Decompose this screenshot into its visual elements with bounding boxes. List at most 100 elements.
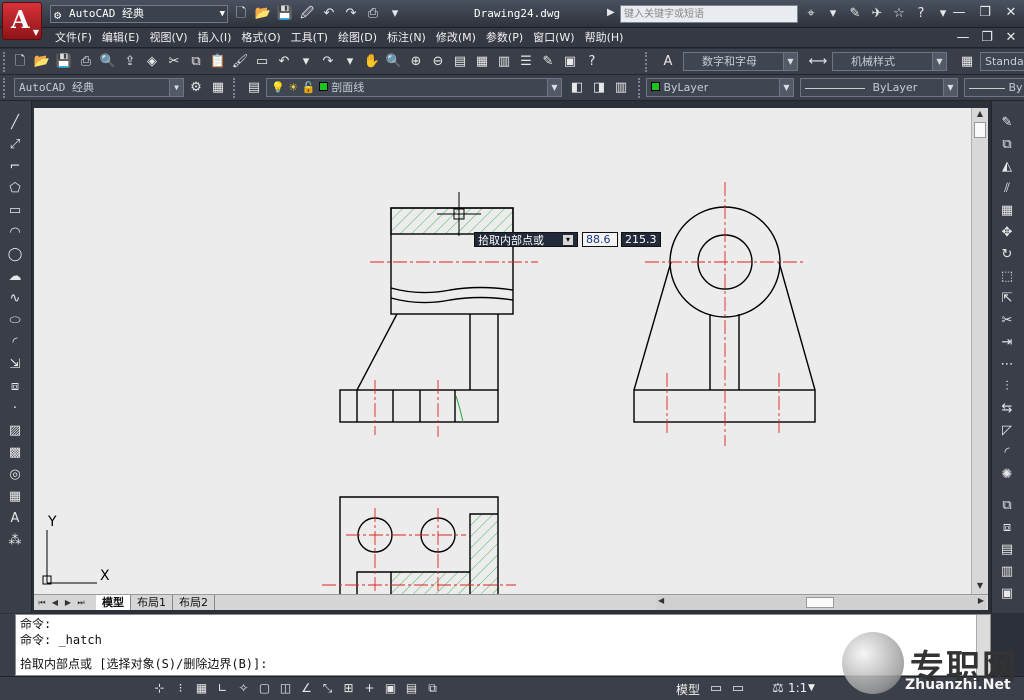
- restore-icon[interactable]: ❐: [978, 30, 996, 46]
- ellipse-icon[interactable]: ⬭: [5, 311, 25, 331]
- toolbar-grip[interactable]: [638, 78, 642, 98]
- infer-constraints-icon[interactable]: ⊹: [150, 679, 169, 698]
- close-icon[interactable]: ✕: [1002, 30, 1020, 46]
- help-icon[interactable]: ?: [582, 52, 602, 72]
- selection-cycling-icon[interactable]: ⧉: [423, 679, 442, 698]
- drawing-canvas[interactable]: Y X 拾取内部点或 ▾ 88.6 215.3: [34, 108, 971, 594]
- open-folder-icon[interactable]: 📂: [254, 5, 272, 23]
- circle-icon[interactable]: ◯: [5, 245, 25, 265]
- save-icon[interactable]: 💾: [54, 52, 74, 72]
- toolbar-grip[interactable]: [3, 52, 7, 72]
- application-menu-button[interactable]: A ▼: [2, 2, 42, 40]
- tool-palettes-icon[interactable]: ▥: [494, 52, 514, 72]
- add-selected-icon[interactable]: ⁂: [5, 531, 25, 551]
- minimize-icon[interactable]: —: [954, 30, 972, 46]
- tab-model[interactable]: 模型: [96, 595, 131, 610]
- chamfer-icon[interactable]: ◸: [997, 421, 1017, 441]
- paste-icon[interactable]: 📋: [208, 52, 228, 72]
- subscription-icon[interactable]: ✎: [846, 5, 864, 23]
- dim-style-icon[interactable]: ⟷: [808, 52, 828, 72]
- break-at-point-icon[interactable]: ⋯: [997, 355, 1017, 375]
- scroll-left-icon[interactable]: ◀: [658, 596, 664, 605]
- 3d-dwf-icon[interactable]: ◈: [142, 52, 162, 72]
- horizontal-scrollbar[interactable]: ◀ ▶: [656, 596, 986, 610]
- tab-layout1[interactable]: 布局1: [131, 595, 173, 610]
- grid-display-icon[interactable]: ▦: [192, 679, 211, 698]
- layer-select[interactable]: 💡 ☀ 🔓 剖面线 ▼: [266, 78, 562, 97]
- menu-item[interactable]: 格式(O): [241, 30, 290, 46]
- tab-last-icon[interactable]: ⏭: [75, 597, 87, 609]
- help-icon[interactable]: ?: [912, 5, 930, 23]
- text-style-select[interactable]: 数字和字母 ▼: [683, 52, 798, 71]
- undo-icon[interactable]: ↶: [320, 5, 338, 23]
- linetype-select[interactable]: ByLayer ▼: [800, 78, 958, 97]
- communication-center-icon[interactable]: ✈: [868, 5, 886, 23]
- polyline-icon[interactable]: ⌐: [5, 157, 25, 177]
- scroll-up-icon[interactable]: ▲: [972, 108, 988, 120]
- allow-dynamic-ucs-icon[interactable]: ⤡: [318, 679, 337, 698]
- properties-icon[interactable]: ▤: [450, 52, 470, 72]
- toolbar-grip[interactable]: [3, 78, 7, 98]
- chevron-down-icon[interactable]: ▼: [808, 683, 815, 693]
- search-input[interactable]: 键入关键字或短语: [620, 5, 798, 23]
- block-editor-icon[interactable]: ▭: [252, 52, 272, 72]
- point-icon[interactable]: ·: [5, 399, 25, 419]
- rectangle-icon[interactable]: ▭: [5, 201, 25, 221]
- tab-layout2[interactable]: 布局2: [173, 595, 215, 610]
- extend-icon[interactable]: ⇥: [997, 333, 1017, 353]
- print-icon[interactable]: ⎙: [76, 52, 96, 72]
- ellipse-arc-icon[interactable]: ◜: [5, 333, 25, 353]
- stretch-icon[interactable]: ⇱: [997, 289, 1017, 309]
- bring-above-icon[interactable]: ▤: [997, 540, 1017, 560]
- dynamic-input-icon[interactable]: ⊞: [339, 679, 358, 698]
- arc-icon[interactable]: ◠: [5, 223, 25, 243]
- toolbar-grip[interactable]: [233, 78, 237, 98]
- polygon-icon[interactable]: ⬠: [5, 179, 25, 199]
- join-icon[interactable]: ⇆: [997, 399, 1017, 419]
- offset-icon[interactable]: ⫽: [997, 179, 1017, 199]
- menu-item[interactable]: 工具(T): [291, 30, 338, 46]
- tab-prev-icon[interactable]: ◀: [49, 597, 61, 609]
- zoom-window-icon[interactable]: ⊕: [406, 52, 426, 72]
- trim-icon[interactable]: ✂: [997, 311, 1017, 331]
- table-icon[interactable]: ▦: [5, 487, 25, 507]
- color-select[interactable]: ByLayer ▼: [646, 78, 794, 97]
- menu-item[interactable]: 编辑(E): [102, 30, 150, 46]
- rotate-icon[interactable]: ↻: [997, 245, 1017, 265]
- spline-icon[interactable]: ∿: [5, 289, 25, 309]
- scale-icon[interactable]: ⬚: [997, 267, 1017, 287]
- move-icon[interactable]: ✥: [997, 223, 1017, 243]
- mirror-icon[interactable]: ◭: [997, 157, 1017, 177]
- toolbar-grip[interactable]: [645, 52, 649, 72]
- menu-item[interactable]: 文件(F): [55, 30, 102, 46]
- down-arrow-key-icon[interactable]: ▾: [563, 235, 573, 245]
- hatch-icon[interactable]: ▨: [5, 421, 25, 441]
- command-line-grip[interactable]: [0, 614, 15, 676]
- workspace-settings-icon[interactable]: ⚙: [186, 78, 206, 98]
- scroll-thumb[interactable]: [974, 122, 986, 138]
- new-file-icon[interactable]: 🗋: [232, 5, 250, 23]
- binoculars-icon[interactable]: ⌖: [802, 5, 820, 23]
- chevron-down-icon[interactable]: ▾: [386, 5, 404, 23]
- match-properties-icon[interactable]: 🖌: [230, 52, 250, 72]
- construction-line-icon[interactable]: ⤢: [5, 135, 25, 155]
- vertical-scrollbar[interactable]: ▲ ▼: [971, 108, 988, 594]
- text-to-front-icon[interactable]: ▣: [997, 584, 1017, 604]
- insert-block-icon[interactable]: ⇲: [5, 355, 25, 375]
- object-snap-icon[interactable]: ▢: [255, 679, 274, 698]
- fillet-icon[interactable]: ◜: [997, 443, 1017, 463]
- send-under-icon[interactable]: ▥: [997, 562, 1017, 582]
- erase-icon[interactable]: ✎: [997, 113, 1017, 133]
- print-preview-icon[interactable]: 🔍: [98, 52, 118, 72]
- workspace-switcher[interactable]: ⚙ AutoCAD 经典 ▼: [50, 5, 228, 23]
- new-file-icon[interactable]: 🗋: [10, 52, 30, 72]
- array-icon[interactable]: ▦: [997, 201, 1017, 221]
- menu-item[interactable]: 标注(N): [387, 30, 436, 46]
- menu-item[interactable]: 帮助(H): [585, 30, 634, 46]
- tab-first-icon[interactable]: ⏮: [36, 597, 48, 609]
- multiline-text-icon[interactable]: A: [5, 509, 25, 529]
- undo-icon[interactable]: ↶: [274, 52, 294, 72]
- redo-icon[interactable]: ↷: [342, 5, 360, 23]
- tab-next-icon[interactable]: ▶: [62, 597, 74, 609]
- model-space-label[interactable]: 模型: [676, 681, 700, 698]
